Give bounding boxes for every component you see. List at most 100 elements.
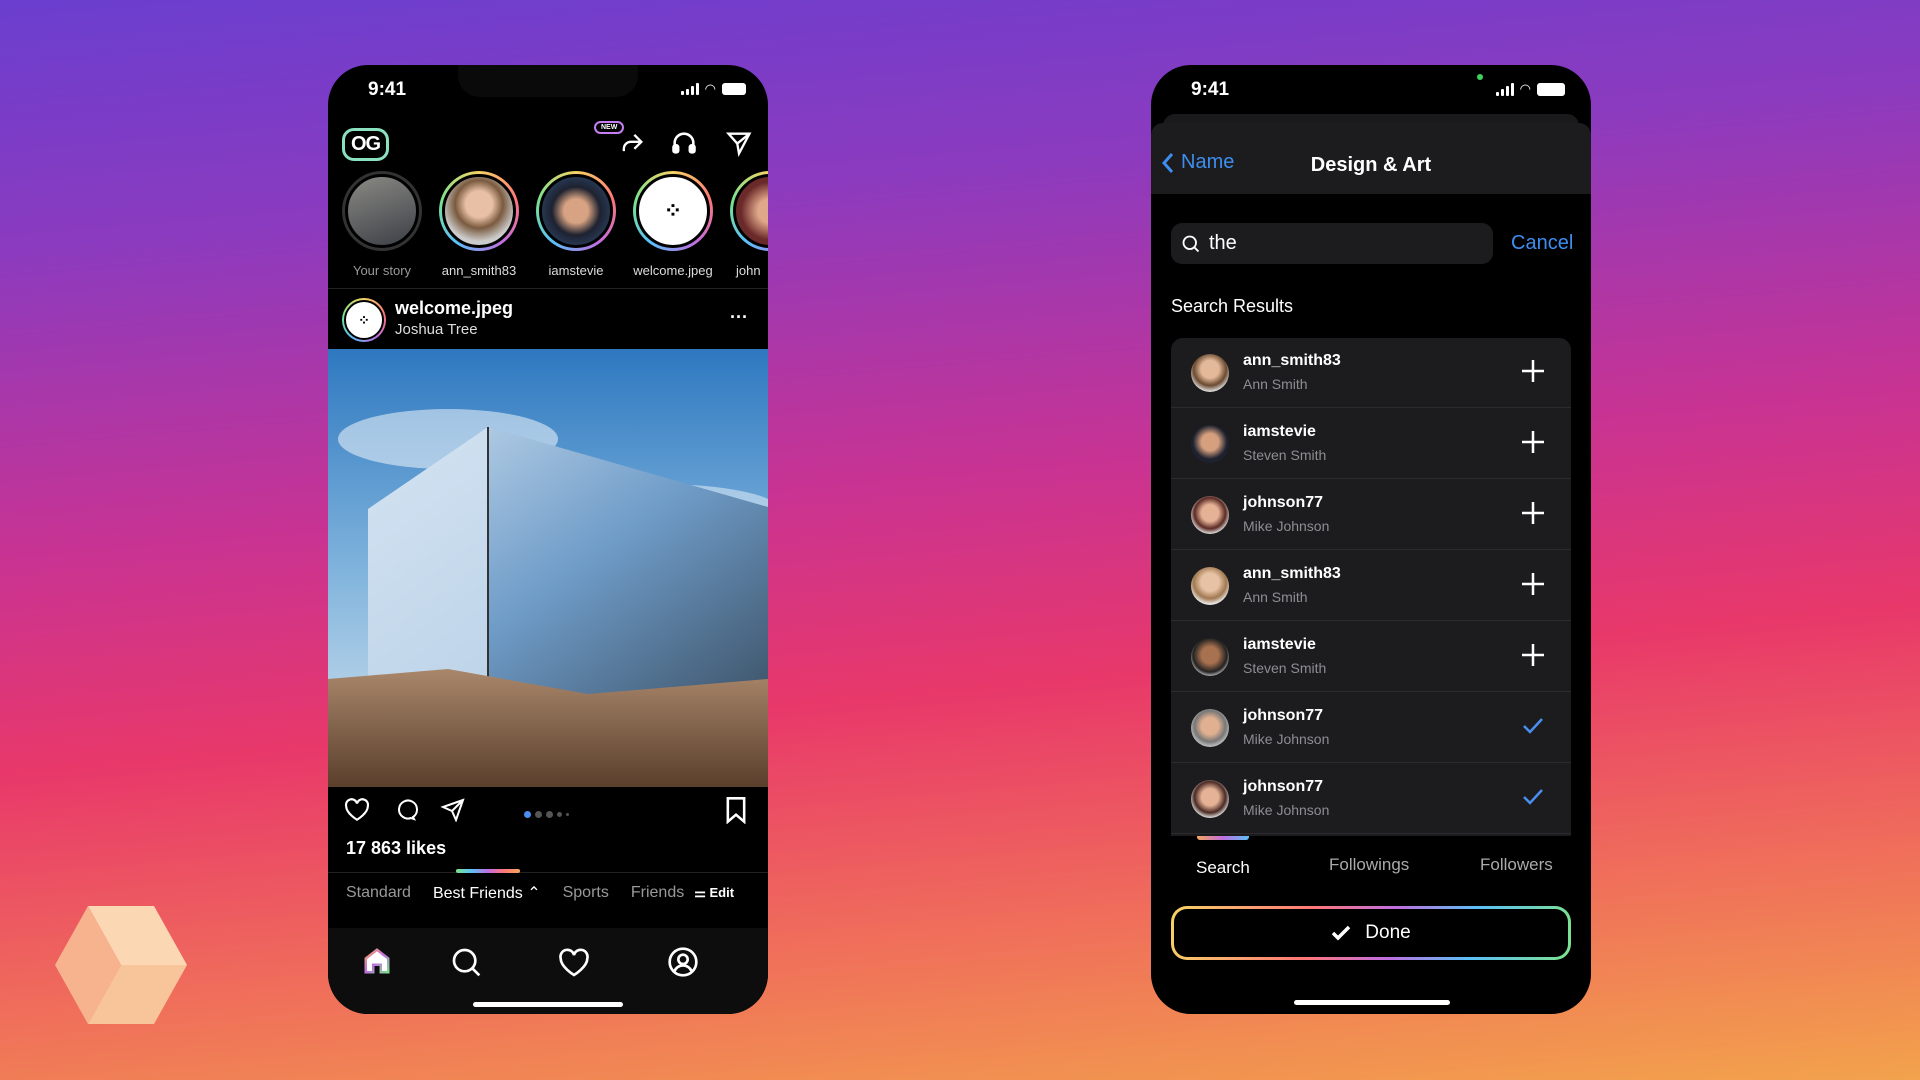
done-label: Done: [1365, 922, 1411, 943]
avatar: [1191, 567, 1229, 605]
edit-tabs-button[interactable]: ⚌ Edit: [694, 885, 734, 901]
story-label: welcome.jpeg: [633, 263, 713, 278]
plus-icon: [1522, 502, 1544, 524]
result-row[interactable]: iamstevie Steven Smith: [1171, 409, 1571, 479]
avatar: [1191, 354, 1229, 392]
status-icons: ◠: [680, 81, 746, 97]
tab-friends[interactable]: Friends: [631, 884, 684, 902]
result-fullname: Mike Johnson: [1243, 802, 1330, 818]
result-fullname: Steven Smith: [1243, 660, 1327, 676]
story-john[interactable]: john: [730, 171, 768, 278]
tab-followings[interactable]: Followings: [1329, 855, 1409, 875]
tab-best-friends[interactable]: Best Friends ⌃: [433, 883, 541, 903]
avatar: [1191, 425, 1229, 463]
plus-icon: [1522, 644, 1544, 666]
bookmark-icon[interactable]: [724, 796, 748, 824]
feed-phone: 9:41 ◠ OG NEW Your story ann_smith83 iam…: [328, 65, 768, 1014]
result-row[interactable]: johnson77 Mike Johnson: [1171, 764, 1571, 834]
tab-sports[interactable]: Sports: [563, 884, 609, 902]
result-row[interactable]: iamstevie Steven Smith: [1171, 622, 1571, 692]
share-icon[interactable]: [618, 129, 646, 157]
result-username: johnson77: [1243, 707, 1324, 724]
headphones-icon[interactable]: [670, 129, 698, 157]
story-iamstevie[interactable]: iamstevie: [536, 171, 616, 278]
home-icon[interactable]: [362, 946, 392, 976]
home-indicator: [473, 1002, 623, 1007]
signal-icon: [680, 83, 699, 95]
divider: [328, 872, 768, 873]
result-fullname: Mike Johnson: [1243, 518, 1330, 534]
profile-icon[interactable]: [667, 946, 699, 978]
app-logo[interactable]: OG: [342, 128, 390, 161]
story-ann-smith83[interactable]: ann_smith83: [439, 171, 519, 278]
status-time: 9:41: [1191, 79, 1230, 100]
signal-icon: [1495, 82, 1514, 96]
result-username: johnson77: [1243, 778, 1324, 795]
post-username[interactable]: welcome.jpeg: [395, 298, 513, 319]
wifi-icon: ◠: [704, 81, 716, 96]
add-user-button[interactable]: [1517, 497, 1549, 529]
story-label: ann_smith83: [441, 263, 517, 278]
add-user-button[interactable]: [1517, 426, 1549, 458]
post-image[interactable]: [328, 349, 768, 787]
tab-label: Best Friends: [432, 885, 523, 902]
cube-logo: [55, 906, 187, 1024]
result-fullname: Mike Johnson: [1243, 731, 1330, 747]
result-row[interactable]: johnson77 Mike Johnson: [1171, 693, 1571, 763]
result-username: johnson77: [1243, 494, 1324, 511]
divider: [328, 288, 768, 289]
active-tab-indicator: [1197, 836, 1249, 840]
story-avatar: [733, 174, 768, 248]
added-check-button[interactable]: [1517, 710, 1549, 742]
result-row[interactable]: ann_smith83 Ann Smith: [1171, 338, 1571, 408]
tab-standard[interactable]: Standard: [346, 884, 411, 902]
chevron-up-icon: ⌃: [527, 885, 541, 902]
added-check-button[interactable]: [1517, 781, 1549, 813]
story-label: Your story: [352, 263, 412, 278]
story-your-story[interactable]: Your story: [342, 171, 422, 278]
tab-followers[interactable]: Followers: [1480, 855, 1553, 875]
done-button[interactable]: Done: [1171, 906, 1571, 960]
carousel-dots: [524, 811, 569, 818]
search-icon[interactable]: [450, 946, 482, 978]
search-input[interactable]: the: [1171, 223, 1493, 264]
section-title: Search Results: [1171, 296, 1294, 316]
checkmark-icon: [1523, 718, 1543, 734]
send-post-icon[interactable]: [440, 798, 466, 822]
add-user-button[interactable]: [1517, 568, 1549, 600]
like-icon[interactable]: [344, 798, 370, 822]
heart-icon[interactable]: [558, 948, 590, 978]
cancel-button[interactable]: Cancel: [1511, 232, 1573, 255]
results-list: ann_smith83 Ann Smith iamstevie Steven S…: [1171, 338, 1571, 836]
post-location[interactable]: Joshua Tree: [395, 321, 478, 338]
plus-icon: [1522, 573, 1544, 595]
checkmark-icon: [1523, 789, 1543, 805]
wifi-icon: ◠: [1519, 81, 1531, 96]
more-options-icon[interactable]: ···: [730, 307, 748, 328]
checkmark-icon: [1332, 925, 1351, 941]
result-username: ann_smith83: [1243, 565, 1341, 582]
feed-tabs: Standard Best Friends ⌃ Sports Friends ⚌…: [346, 883, 734, 903]
battery-icon: [1537, 82, 1565, 96]
plus-icon: [1522, 360, 1544, 382]
add-user-button[interactable]: [1517, 639, 1549, 671]
send-icon[interactable]: [725, 129, 753, 157]
result-fullname: Steven Smith: [1243, 447, 1327, 463]
result-row[interactable]: johnson77 Mike Johnson: [1171, 480, 1571, 550]
home-indicator: [1294, 1000, 1450, 1005]
result-username: ann_smith83: [1243, 352, 1341, 369]
story-avatar: [442, 174, 516, 248]
result-row[interactable]: ann_smith83 Ann Smith: [1171, 551, 1571, 621]
notch: [458, 65, 638, 97]
story-welcome-jpeg[interactable]: ⁘ welcome.jpeg: [633, 171, 713, 278]
likes-count: 17 863 likes: [346, 838, 447, 858]
post-avatar[interactable]: ⁘: [342, 298, 386, 342]
add-user-button[interactable]: [1517, 355, 1549, 387]
done-inner: Done: [1174, 909, 1568, 957]
comment-icon[interactable]: [392, 798, 418, 822]
plus-icon: [1522, 431, 1544, 453]
tab-search[interactable]: Search: [1196, 858, 1250, 878]
nav-header: Name Design & Art: [1151, 123, 1591, 194]
mic-indicator: [1477, 74, 1483, 80]
search-icon: [1182, 235, 1200, 252]
